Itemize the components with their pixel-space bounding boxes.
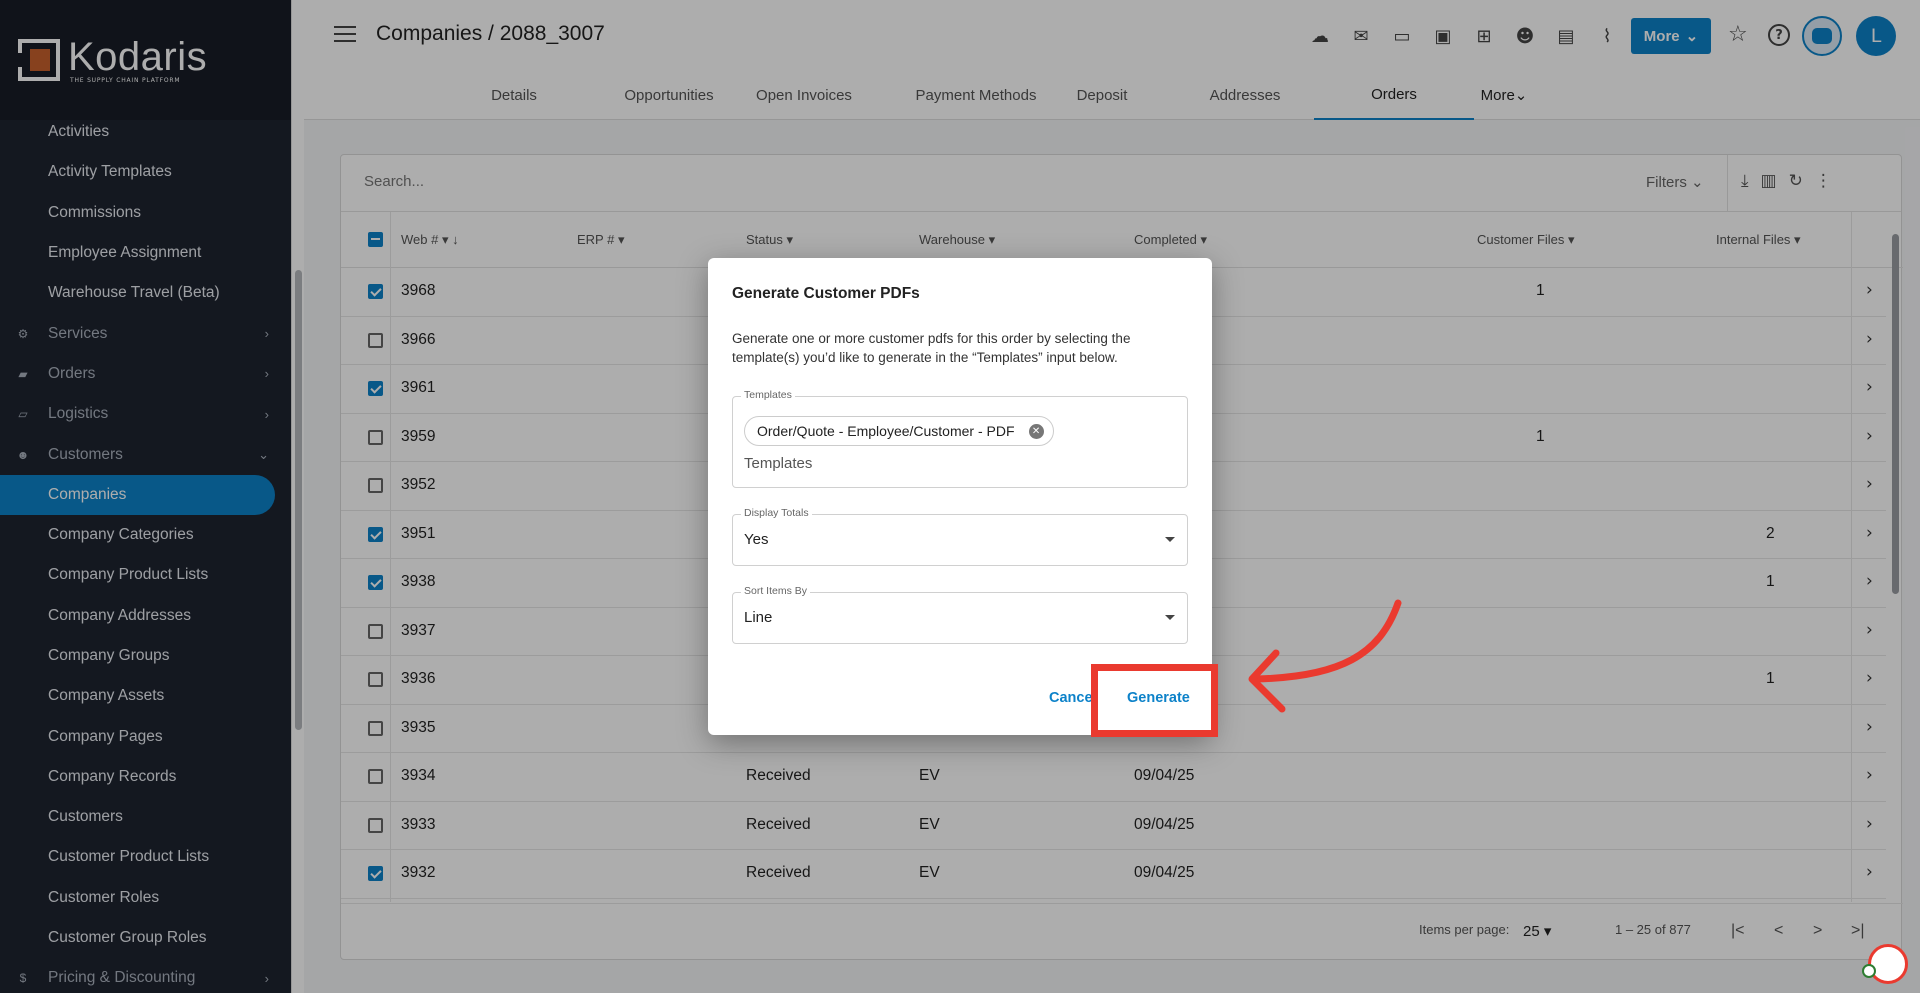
- template-chip[interactable]: Order/Quote - Employee/Customer - PDF ✕: [744, 416, 1054, 446]
- template-chip-label: Order/Quote - Employee/Customer - PDF: [757, 423, 1015, 439]
- dialog-title: Generate Customer PDFs: [732, 285, 920, 302]
- caret-down-icon: [1165, 537, 1175, 542]
- sort-items-select[interactable]: Sort Items By Line: [732, 585, 1188, 644]
- annotation-arrow: [1248, 599, 1402, 713]
- chat-widget-icon[interactable]: [1868, 944, 1908, 984]
- templates-input[interactable]: Templates: [744, 455, 812, 472]
- templates-label: Templates: [741, 389, 795, 401]
- online-status-icon: [1862, 964, 1876, 978]
- display-totals-select[interactable]: Display Totals Yes: [732, 507, 1188, 566]
- sort-items-label: Sort Items By: [741, 585, 811, 597]
- caret-down-icon: [1165, 615, 1175, 620]
- dialog-description: Generate one or more customer pdfs for t…: [732, 331, 1131, 365]
- display-totals-value: Yes: [744, 531, 769, 548]
- cancel-button[interactable]: Cancel: [1049, 690, 1097, 706]
- highlight-box: [1091, 664, 1218, 737]
- sort-items-value: Line: [744, 609, 773, 626]
- remove-chip-icon[interactable]: ✕: [1028, 424, 1044, 439]
- display-totals-label: Display Totals: [741, 507, 812, 519]
- templates-field[interactable]: Templates Order/Quote - Employee/Custome…: [732, 389, 1188, 488]
